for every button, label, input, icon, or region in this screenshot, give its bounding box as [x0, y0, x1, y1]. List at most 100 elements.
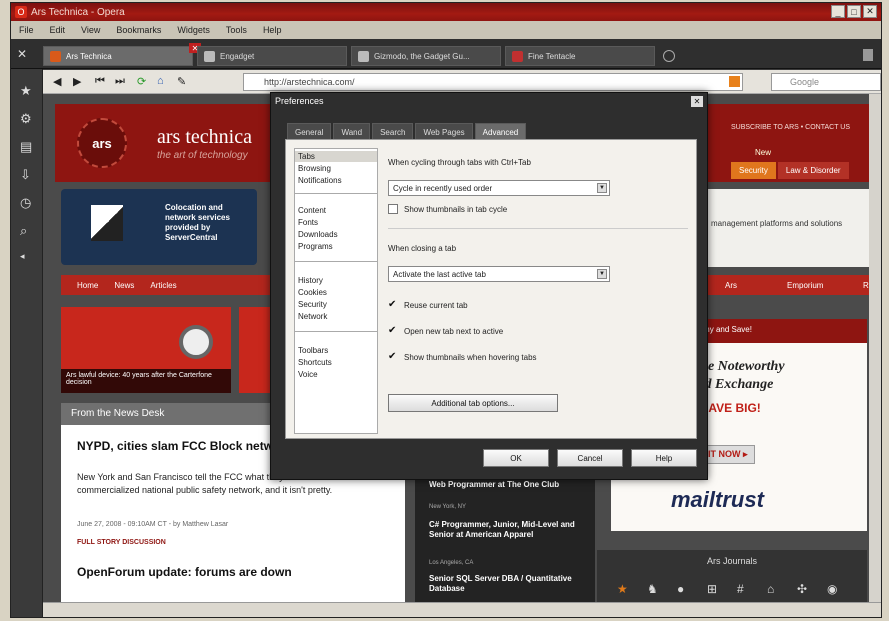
reuse-tab-checkbox[interactable]: ✔ Reuse current tab — [388, 300, 468, 310]
journals-title: Ars Journals — [706, 556, 758, 566]
job-title[interactable]: C# Programmer, Junior, Mid-Level and Sen… — [429, 520, 579, 540]
history-clock-icon[interactable]: ◷ — [20, 195, 31, 211]
list-item-history[interactable]: History — [295, 275, 377, 286]
dialog-close-button[interactable]: ✕ — [691, 96, 703, 107]
vertical-scrollbar[interactable] — [869, 94, 881, 604]
closing-select[interactable]: Activate the last active tab ▼ — [388, 266, 610, 282]
tab-label: Gizmodo, the Gadget Gu... — [374, 51, 470, 61]
list-item-network[interactable]: Network — [295, 311, 377, 322]
list-item-toolbars[interactable]: Toolbars — [295, 345, 377, 356]
ctrl-tab-select[interactable]: Cycle in recently used order ▼ — [388, 180, 610, 196]
nav-news[interactable]: News — [114, 281, 134, 290]
collapse-arrow-icon[interactable]: ◂ — [20, 251, 25, 262]
science-icon[interactable]: ✣ — [797, 582, 807, 596]
list-item-content[interactable]: Content — [295, 205, 377, 216]
cancel-button[interactable]: Cancel — [557, 449, 623, 467]
nav-articles[interactable]: Articles — [150, 281, 176, 290]
ctrl-tab-label: When cycling through tabs with Ctrl+Tab — [388, 158, 531, 167]
menu-help[interactable]: Help — [263, 25, 282, 35]
additional-tab-options-button[interactable]: Additional tab options... — [388, 394, 558, 412]
notes-icon[interactable]: ▤ — [20, 139, 32, 155]
job-title[interactable]: Web Programmer at The One Club — [429, 480, 579, 490]
home-icon[interactable]: ⌂ — [157, 75, 164, 87]
menu-file[interactable]: File — [19, 25, 34, 35]
promo-banner[interactable]: Colocation and network services provided… — [61, 189, 257, 265]
hover-label: Show thumbnails when hovering tabs — [404, 352, 537, 362]
nav-home[interactable]: Home — [77, 281, 98, 290]
menu-tools[interactable]: Tools — [226, 25, 247, 35]
checkbox-unchecked[interactable] — [388, 204, 398, 214]
star-icon[interactable]: ★ — [617, 582, 628, 596]
list-divider — [295, 261, 377, 262]
address-input[interactable]: http://arstechnica.com/ — [243, 73, 743, 91]
rewind-icon[interactable]: ⏮ — [95, 75, 105, 88]
new-tab-button[interactable] — [663, 50, 675, 62]
horizontal-scrollbar[interactable] — [43, 602, 881, 617]
transfers-icon[interactable]: ⇩ — [20, 167, 31, 183]
list-item-notifications[interactable]: Notifications — [295, 175, 377, 186]
list-item-downloads[interactable]: Downloads — [295, 229, 377, 240]
rss-feed-icon[interactable] — [729, 76, 740, 87]
job-location: Los Angeles, CA — [429, 560, 474, 566]
tab-security[interactable]: Security — [731, 162, 776, 179]
checkmark-icon[interactable]: ✔ — [388, 326, 398, 336]
globe-icon[interactable]: ◉ — [827, 582, 837, 596]
tab-engadget[interactable]: Engadget — [197, 46, 347, 66]
nav-ars[interactable]: Ars — [725, 281, 737, 290]
ars-logo[interactable]: ars — [77, 118, 127, 168]
menu-edit[interactable]: Edit — [50, 25, 66, 35]
edit-icon[interactable]: ✎ — [177, 75, 186, 88]
maximize-button[interactable]: □ — [847, 5, 861, 18]
tab-law-disorder[interactable]: Law & Disorder — [777, 162, 849, 179]
open-next-checkbox[interactable]: ✔ Open new tab next to active — [388, 326, 503, 336]
opera-icon: O — [15, 6, 27, 18]
subscribe-links[interactable]: SUBSCRIBE TO ARS • CONTACT US — [731, 124, 850, 131]
list-item-tabs[interactable]: Tabs — [295, 151, 377, 162]
checkmark-icon[interactable]: ✔ — [388, 352, 398, 362]
tools-icon[interactable]: ✕ — [17, 47, 27, 61]
reload-icon[interactable]: ⟳ — [137, 75, 146, 88]
close-button[interactable]: ✕ — [863, 5, 877, 18]
menu-view[interactable]: View — [81, 25, 100, 35]
windows-icon[interactable]: ⊞ — [707, 582, 717, 596]
menu-widgets[interactable]: Widgets — [177, 25, 210, 35]
list-item-shortcuts[interactable]: Shortcuts — [295, 357, 377, 368]
minimize-button[interactable]: _ — [831, 5, 845, 18]
open-next-label: Open new tab next to active — [404, 326, 504, 336]
address-toolbar: ◀ ▶ ⏮ ⏭ ⟳ ⌂ ✎ http://arstechnica.com/ Go… — [43, 70, 881, 94]
list-item-cookies[interactable]: Cookies — [295, 287, 377, 298]
right-panel: management platforms and solutions — [703, 189, 871, 267]
back-icon[interactable]: ◀ — [53, 75, 61, 88]
bookmarks-star-icon[interactable]: ★ — [20, 83, 32, 99]
story-links-1[interactable]: FULL STORY DISCUSSION — [77, 539, 166, 546]
tab-gizmodo[interactable]: Gizmodo, the Gadget Gu... — [351, 46, 501, 66]
checkmark-icon[interactable]: ✔ — [388, 300, 398, 310]
search-icon[interactable]: ⌕ — [20, 223, 27, 239]
building-icon[interactable]: ⌂ — [767, 582, 774, 596]
list-item-programs[interactable]: Programs — [295, 241, 377, 252]
menu-bookmarks[interactable]: Bookmarks — [116, 25, 161, 35]
widgets-gear-icon[interactable]: ⚙ — [20, 111, 32, 127]
fast-forward-icon[interactable]: ⏭ — [115, 75, 125, 88]
tab-fine-tentacle[interactable]: Fine Tentacle — [505, 46, 655, 66]
list-item-voice[interactable]: Voice — [295, 369, 377, 380]
hover-thumbs-checkbox[interactable]: ✔ Show thumbnails when hovering tabs — [388, 352, 537, 362]
apple-icon[interactable]: ● — [677, 582, 684, 596]
help-button[interactable]: Help — [631, 449, 697, 467]
tab-ars-technica[interactable]: Ars Technica — [43, 46, 193, 66]
show-thumbs-checkbox[interactable]: Show thumbnails in tab cycle — [388, 204, 507, 214]
hash-icon[interactable]: # — [737, 582, 744, 596]
nav-emporium[interactable]: Emporium — [787, 281, 823, 290]
headline-2[interactable]: OpenForum update: forums are down — [77, 565, 292, 579]
site-title[interactable]: ars technica — [157, 126, 252, 149]
gaming-icon[interactable]: ♞ — [647, 582, 658, 596]
ok-button[interactable]: OK — [483, 449, 549, 467]
list-item-fonts[interactable]: Fonts — [295, 217, 377, 228]
list-item-browsing[interactable]: Browsing — [295, 163, 377, 174]
list-item-security[interactable]: Security — [295, 299, 377, 310]
trash-icon[interactable] — [863, 49, 873, 61]
story-image[interactable]: Ars lawful device: 40 years after the Ca… — [61, 307, 231, 393]
search-input[interactable]: Google — [771, 73, 881, 91]
job-title[interactable]: Senior SQL Server DBA / Quantitative Dat… — [429, 574, 579, 594]
forward-icon[interactable]: ▶ — [73, 75, 81, 88]
